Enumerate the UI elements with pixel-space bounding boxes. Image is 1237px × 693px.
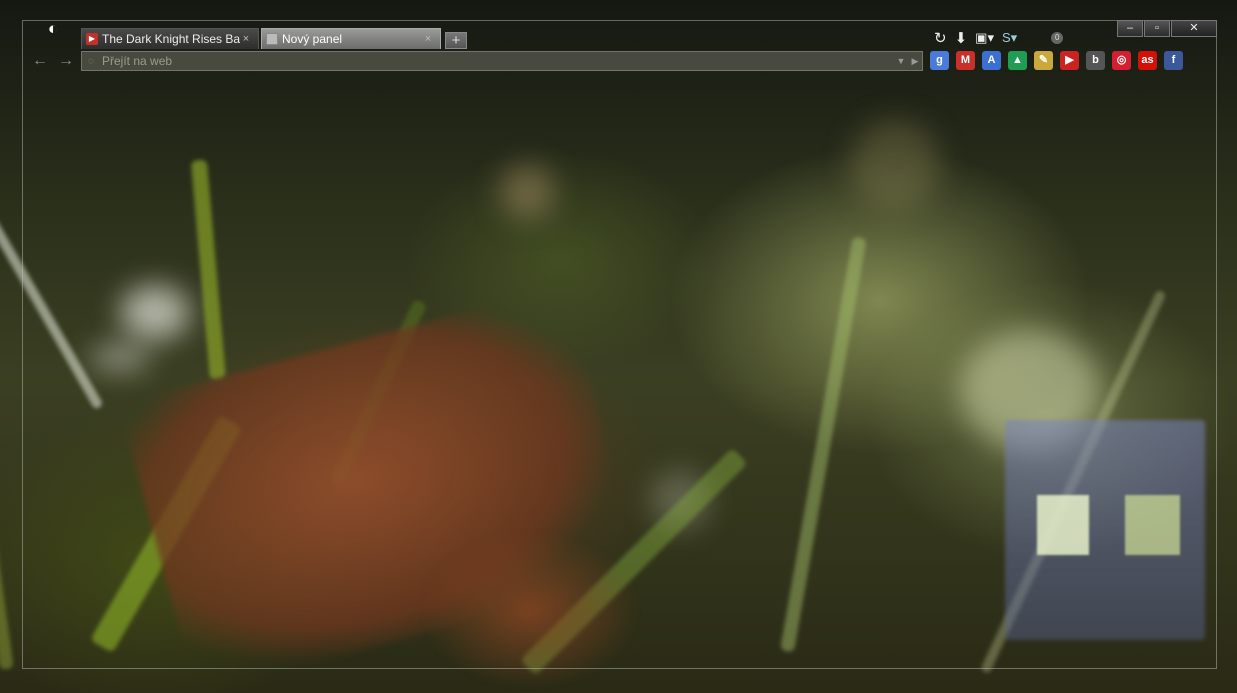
address-bar[interactable]: ◌ ▼ ▶ (81, 51, 923, 71)
browser-window-frame (22, 20, 1217, 669)
dropdown-icon[interactable]: ▼ (894, 56, 908, 66)
go-button[interactable]: ▶ (908, 56, 922, 67)
opera-menu-button[interactable]: ◐ (42, 18, 64, 40)
notification-count-badge[interactable]: 0 (1051, 32, 1064, 44)
youtube-icon: ▶ (86, 33, 98, 45)
download-icon[interactable]: ⬇ (955, 29, 968, 47)
google-drive-icon[interactable]: ▲ (1008, 51, 1027, 70)
tab-strip: ▶ The Dark Knight Rises Bac... × Nový pa… (81, 27, 467, 49)
toolbar-extensions: ↻ ⬇ ▣▾ S▾ 0 (934, 29, 1064, 47)
navigation-buttons: ← → (30, 52, 82, 70)
search-icon: ◌ (88, 55, 94, 67)
tab-title: Nový panel (282, 32, 343, 46)
address-input[interactable] (100, 53, 894, 69)
new-tab-button[interactable]: + (445, 32, 467, 49)
tab-close-button[interactable]: × (422, 33, 434, 45)
facebook-icon[interactable]: f (1164, 51, 1183, 70)
sync-icon[interactable]: ↻ (934, 29, 947, 47)
tab-dark-knight[interactable]: ▶ The Dark Knight Rises Bac... × (81, 28, 259, 49)
forward-button[interactable]: → (56, 52, 76, 70)
tab-close-button[interactable]: × (240, 33, 252, 45)
bookmarks-bar: g M A ▲ ✎ ▶ b ◎ as f (930, 51, 1190, 70)
window-controls: – ▫ ✕ (1116, 20, 1217, 37)
target-icon[interactable]: ◎ (1112, 51, 1131, 70)
tab-novy-panel[interactable]: Nový panel × (261, 28, 441, 49)
tab-title: The Dark Knight Rises Bac... (102, 32, 240, 46)
notes-icon[interactable]: ✎ (1034, 51, 1053, 70)
translate-icon[interactable]: A (982, 51, 1001, 70)
maximize-button[interactable]: ▫ (1144, 20, 1170, 37)
google-search-icon[interactable]: g (930, 51, 949, 70)
blank-page-icon (266, 33, 278, 45)
skype-icon[interactable]: S▾ (1002, 30, 1017, 46)
youtube-icon[interactable]: ▶ (1060, 51, 1079, 70)
back-button[interactable]: ← (30, 52, 50, 70)
close-window-button[interactable]: ✕ (1171, 20, 1217, 37)
lastfm-icon[interactable]: as (1138, 51, 1157, 70)
bookmark-b-icon[interactable]: b (1086, 51, 1105, 70)
screenshot-icon[interactable]: ▣▾ (975, 30, 994, 46)
opera-logo-icon: ◐ (47, 19, 59, 38)
gmail-icon[interactable]: M (956, 51, 975, 70)
minimize-button[interactable]: – (1117, 20, 1143, 37)
